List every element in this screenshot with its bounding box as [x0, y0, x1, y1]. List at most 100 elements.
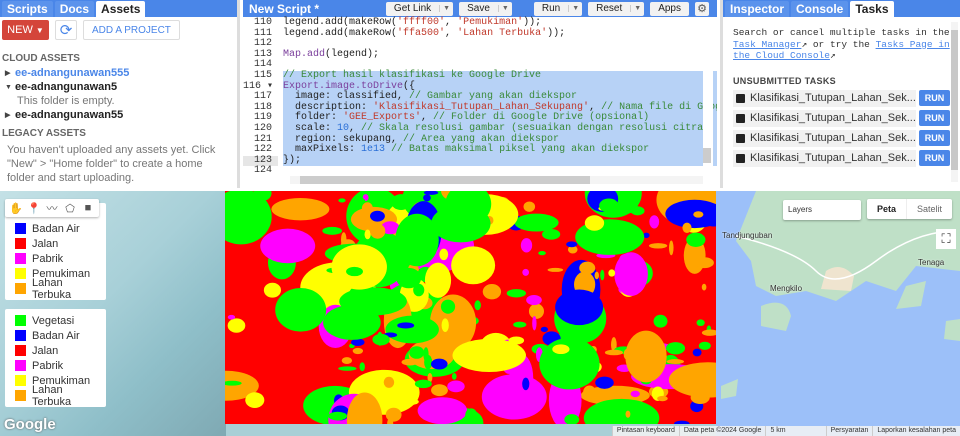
- code-line[interactable]: 113 Map.add(legend);: [243, 48, 717, 61]
- refresh-button[interactable]: ⟳: [55, 20, 77, 40]
- expand-arrow-icon[interactable]: ▶: [5, 111, 11, 119]
- task-row: Klasifikasi_Tutupan_Lahan_Sek... RUN: [733, 89, 950, 107]
- get-link-button[interactable]: Get Link ▼: [385, 1, 454, 16]
- code-token: Map.add: [283, 48, 326, 60]
- run-task-button[interactable]: RUN: [919, 110, 950, 126]
- image-icon: [736, 93, 745, 103]
- terms-link[interactable]: Persyaratan: [825, 426, 873, 436]
- code-token: // Batas maksimal piksel yang akan dieks…: [391, 144, 650, 156]
- class-patch: [361, 202, 373, 214]
- gear-icon[interactable]: ⚙: [695, 1, 709, 16]
- hand-pan-icon[interactable]: ✋: [9, 201, 23, 215]
- class-patch: [522, 268, 530, 276]
- legend-label: Lahan Terbuka: [32, 276, 72, 301]
- class-patch: [227, 318, 246, 333]
- reset-button[interactable]: Reset ▼: [588, 1, 645, 16]
- run-task-button[interactable]: RUN: [919, 90, 950, 106]
- class-patch: [423, 194, 431, 202]
- horizontal-scrollbar[interactable]: [290, 176, 703, 184]
- class-patch: [271, 197, 330, 221]
- tab-inspector[interactable]: Inspector: [725, 1, 790, 17]
- add-project-button[interactable]: ADD A PROJECT: [83, 20, 180, 40]
- script-title[interactable]: New Script *: [245, 0, 323, 18]
- project-item[interactable]: ▼ ee-adnangunawan5: [0, 80, 237, 94]
- save-button[interactable]: Save ▼: [459, 1, 512, 16]
- legend-swatch: [15, 360, 26, 371]
- tab-scripts[interactable]: Scripts: [2, 1, 53, 17]
- rectangle-icon[interactable]: ■: [81, 201, 95, 215]
- code-token: // Skala resolusi gambar (sesuaikan deng…: [361, 122, 710, 134]
- tab-tasks[interactable]: Tasks: [850, 1, 894, 17]
- layers-button[interactable]: Layers: [783, 200, 861, 220]
- tab-console[interactable]: Console: [791, 1, 849, 17]
- class-patch: [245, 392, 265, 408]
- legend-item: Vegetasi: [15, 313, 96, 328]
- tasks-panel: Inspector Console Tasks Search or cancel…: [720, 0, 960, 188]
- run-button[interactable]: Run ▼: [533, 1, 583, 16]
- class-patch: [400, 398, 419, 406]
- legend-swatch: [15, 345, 26, 356]
- legend-label: Jalan: [32, 237, 59, 250]
- task-name[interactable]: Klasifikasi_Tutupan_Lahan_Sek...: [733, 109, 916, 127]
- tab-docs[interactable]: Docs: [54, 1, 95, 17]
- code-area[interactable]: 110 legend.add(makeRow('ffff00', 'Pemukim…: [243, 17, 717, 177]
- code-token: 'GEE_Exports': [343, 112, 422, 124]
- legend-swatch: [15, 253, 26, 264]
- task-name[interactable]: Klasifikasi_Tutupan_Lahan_Sek...: [733, 129, 916, 147]
- dropdown-arrow-icon[interactable]: ▼: [439, 5, 453, 12]
- task-row: Klasifikasi_Tutupan_Lahan_Sek... RUN: [733, 109, 950, 127]
- task-manager-link[interactable]: Task Manager: [733, 39, 801, 50]
- tasks-scrollbar[interactable]: [951, 22, 958, 182]
- class-patch: [260, 228, 316, 264]
- project-item[interactable]: ▶ ee-adnangunawan555: [0, 66, 237, 80]
- task-name[interactable]: Klasifikasi_Tutupan_Lahan_Sek...: [733, 149, 916, 167]
- map-view[interactable]: Tandjunguban Mengkilo Tenaga ✋ 📍 〰 ⬠ ■ B…: [0, 191, 960, 436]
- point-marker-icon[interactable]: 📍: [27, 201, 41, 215]
- empty-folder-note: This folder is empty.: [17, 95, 115, 107]
- tab-assets[interactable]: Assets: [96, 1, 146, 17]
- map-type-peta[interactable]: Peta: [867, 199, 908, 219]
- task-label: Klasifikasi_Tutupan_Lahan_Sek...: [750, 152, 916, 164]
- caret-down-icon: ▼: [35, 25, 44, 35]
- class-patch: [385, 407, 402, 422]
- line-number: 110: [243, 17, 278, 29]
- collapse-arrow-icon[interactable]: ▼: [5, 84, 12, 91]
- image-icon: [736, 113, 745, 123]
- code-token: ));: [523, 17, 542, 28]
- vertical-scrollbar[interactable]: [703, 20, 713, 170]
- code-token: 'ffff00': [397, 17, 446, 28]
- run-task-button[interactable]: RUN: [919, 130, 950, 146]
- code-line[interactable]: 111 legend.add(makeRow('ffa500', 'Lahan T…: [243, 27, 717, 40]
- class-patch: [404, 255, 418, 264]
- dropdown-arrow-icon[interactable]: ▼: [497, 5, 512, 12]
- report-error-link[interactable]: Laporkan kesalahan peta: [872, 426, 960, 436]
- legend-swatch: [15, 223, 26, 234]
- class-patch: [538, 251, 546, 256]
- task-name[interactable]: Klasifikasi_Tutupan_Lahan_Sek...: [733, 89, 916, 107]
- class-patch: [328, 411, 348, 421]
- class-patch: [409, 346, 425, 359]
- project-item[interactable]: ▶ ee-adnangunawan55: [0, 108, 237, 122]
- dropdown-arrow-icon[interactable]: ▼: [568, 5, 582, 12]
- expand-arrow-icon[interactable]: ▶: [5, 69, 11, 77]
- fullscreen-icon[interactable]: ⛶: [936, 229, 956, 249]
- run-task-button[interactable]: RUN: [919, 150, 950, 166]
- new-button[interactable]: NEW ▼: [2, 20, 49, 40]
- legend-swatch: [15, 330, 26, 341]
- apps-button[interactable]: Apps: [650, 1, 689, 16]
- code-line[interactable]: 122 maxPixels: 1e13 // Batas maksimal pi…: [243, 144, 717, 156]
- map-type-satelit[interactable]: Satelit: [907, 199, 952, 219]
- polyline-icon[interactable]: 〰: [45, 201, 59, 215]
- keyboard-shortcuts-link[interactable]: Pintasan keyboard: [611, 426, 679, 436]
- code-line[interactable]: 123});: [243, 155, 717, 167]
- code-token: legend.add(makeRow(: [283, 27, 398, 39]
- map-type-control: Peta Satelit: [867, 199, 953, 219]
- legend-swatch: [15, 238, 26, 249]
- task-label: Klasifikasi_Tutupan_Lahan_Sek...: [750, 112, 916, 124]
- legend-label: Badan Air: [32, 329, 80, 342]
- class-patch: [625, 330, 667, 383]
- dropdown-arrow-icon[interactable]: ▼: [630, 5, 644, 12]
- class-patch: [352, 347, 364, 355]
- project-name: ee-adnangunawan555: [15, 67, 130, 79]
- polygon-icon[interactable]: ⬠: [63, 201, 77, 215]
